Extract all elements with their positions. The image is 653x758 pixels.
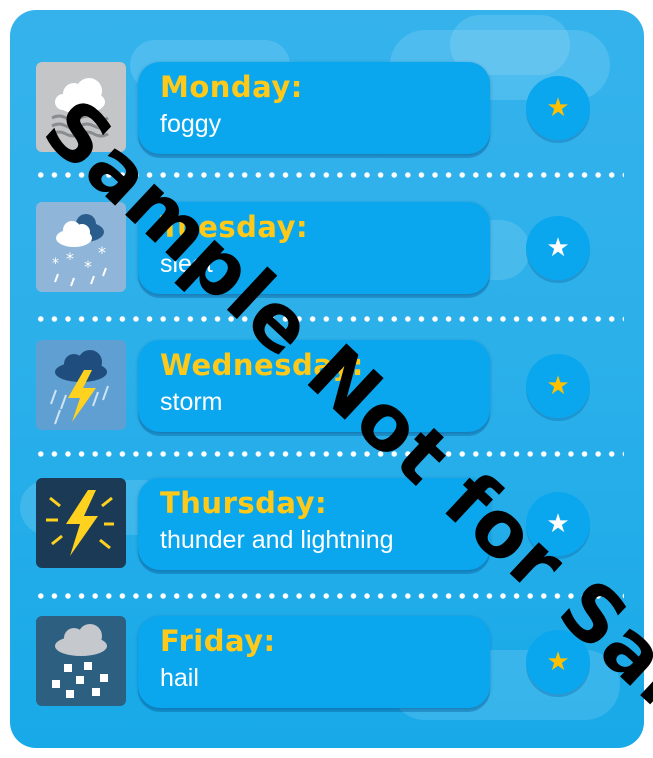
dotted-divider (34, 451, 624, 457)
day-pill: Wednesday: storm (138, 340, 490, 432)
star-icon: ★ (546, 647, 570, 677)
day-row-wednesday: Wednesday: storm ★ (10, 340, 644, 450)
favorite-star-button[interactable]: ★ (526, 630, 590, 694)
star-icon: ★ (546, 93, 570, 123)
day-pill: Friday: hail (138, 616, 490, 708)
dotted-divider (34, 593, 624, 599)
star-icon: ★ (546, 371, 570, 401)
svg-text:*: * (84, 257, 92, 276)
day-row-monday: Monday: foggy ★ (10, 62, 644, 172)
dotted-divider (34, 316, 624, 322)
weather-label: thunder and lightning (160, 526, 394, 554)
day-row-thursday: Thursday: thunder and lightning ★ (10, 478, 644, 588)
day-label: Monday: (160, 70, 303, 104)
svg-text:*: * (66, 249, 74, 268)
weather-label: storm (160, 388, 223, 416)
day-row-friday: Friday: hail ★ (10, 616, 644, 726)
weather-card: Monday: foggy ★ * * * * Tuesday: sleet ★… (10, 10, 644, 748)
favorite-star-button[interactable]: ★ (526, 216, 590, 280)
fog-icon (36, 62, 126, 152)
day-label: Tuesday: (160, 210, 309, 244)
favorite-star-button[interactable]: ★ (526, 492, 590, 556)
dotted-divider (34, 172, 624, 178)
star-icon: ★ (546, 509, 570, 539)
day-label: Wednesday: (160, 348, 364, 382)
svg-text:*: * (52, 256, 59, 272)
lightning-icon (36, 478, 126, 568)
weather-label: sleet (160, 250, 213, 278)
sleet-icon: * * * * (36, 202, 126, 292)
weather-label: hail (160, 664, 199, 692)
day-pill: Monday: foggy (138, 62, 490, 154)
favorite-star-button[interactable]: ★ (526, 76, 590, 140)
day-pill: Tuesday: sleet (138, 202, 490, 294)
day-row-tuesday: * * * * Tuesday: sleet ★ (10, 202, 644, 312)
hail-icon (36, 616, 126, 706)
day-pill: Thursday: thunder and lightning (138, 478, 490, 570)
day-label: Friday: (160, 624, 276, 658)
weather-label: foggy (160, 110, 222, 138)
star-icon: ★ (546, 233, 570, 263)
favorite-star-button[interactable]: ★ (526, 354, 590, 418)
storm-icon (36, 340, 126, 430)
svg-text:*: * (98, 243, 106, 262)
day-label: Thursday: (160, 486, 328, 520)
